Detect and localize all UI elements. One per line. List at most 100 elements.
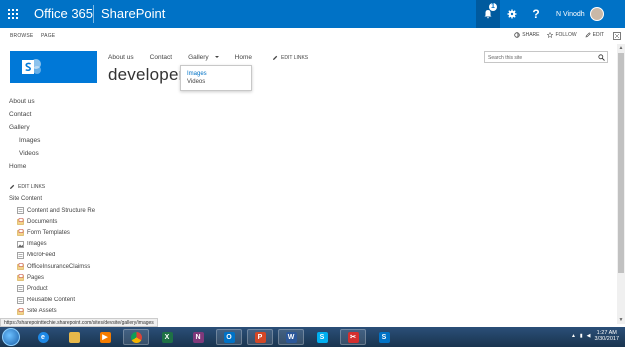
help-icon: ? bbox=[532, 7, 540, 21]
skype-icon: S bbox=[316, 331, 328, 343]
leftnav-about-us[interactable]: About us bbox=[9, 98, 35, 105]
network-icon[interactable]: ▮ bbox=[580, 333, 583, 339]
site-content-item[interactable]: Form Templates bbox=[17, 229, 109, 237]
taskbar-app-button[interactable]: W bbox=[278, 329, 304, 345]
site-content-label: Form Templates bbox=[27, 229, 70, 236]
site-content-label: Reusable Content bbox=[27, 297, 76, 304]
scroll-up-arrow-icon[interactable]: ▲ bbox=[618, 45, 624, 51]
tray-arrow-icon[interactable]: ▲ bbox=[571, 333, 576, 339]
image-library-icon bbox=[17, 240, 24, 248]
share-button[interactable]: SHARE bbox=[514, 32, 539, 38]
taskbar-app-button[interactable] bbox=[61, 329, 87, 345]
taskbar-app-button[interactable] bbox=[123, 329, 149, 345]
taskbar-app-button[interactable]: S bbox=[371, 329, 397, 345]
search-input[interactable]: Search this site bbox=[484, 51, 608, 63]
powerpoint-icon: P bbox=[254, 331, 266, 343]
topnav-home[interactable]: Home bbox=[235, 54, 252, 61]
search-placeholder: Search this site bbox=[488, 55, 523, 61]
status-url: https://sharepointtechie.sharepoint.com/… bbox=[0, 318, 158, 327]
topnav-gallery[interactable]: Gallery bbox=[188, 54, 219, 61]
site-content-item[interactable]: Pages bbox=[17, 274, 109, 281]
topnav-contact[interactable]: Contact bbox=[150, 54, 172, 61]
taskbar-app-button[interactable]: O bbox=[216, 329, 242, 345]
chrome-icon bbox=[130, 331, 142, 343]
app-launcher-icon[interactable] bbox=[0, 0, 26, 28]
gallery-dropdown-menu: Images Videos bbox=[180, 65, 252, 91]
system-tray: ▲ ▮ ◀ 1:27 AM 3/30/2017 bbox=[571, 330, 619, 342]
snipping-tool-icon: ✂ bbox=[347, 331, 359, 343]
excel-icon: X bbox=[161, 331, 173, 343]
volume-icon[interactable]: ◀ bbox=[587, 333, 591, 339]
search-icon[interactable] bbox=[598, 54, 605, 61]
library-icon bbox=[17, 308, 24, 315]
dropdown-item-videos[interactable]: Videos bbox=[187, 78, 245, 86]
site-content-label: Site Assets bbox=[27, 308, 57, 315]
ie-icon: e bbox=[37, 331, 49, 343]
site-content-item[interactable]: Product bbox=[17, 285, 109, 293]
site-content-label: OfficeInsuranceClaimss bbox=[27, 263, 91, 270]
edit-button[interactable]: EDIT bbox=[585, 32, 604, 38]
top-navigation: About us Contact Gallery Home bbox=[108, 54, 268, 61]
sharepoint-app-name[interactable]: SharePoint bbox=[101, 6, 165, 21]
media-player-icon: ▶ bbox=[99, 331, 111, 343]
site-content-item[interactable]: ▷MicroFeed bbox=[17, 251, 109, 259]
chevron-down-icon bbox=[214, 56, 219, 59]
tab-browse[interactable]: BROWSE bbox=[10, 33, 33, 39]
site-content-label: Images bbox=[27, 241, 47, 248]
clock[interactable]: 1:27 AM 3/30/2017 bbox=[595, 330, 619, 342]
pencil-icon bbox=[585, 32, 591, 38]
clock-date: 3/30/2017 bbox=[594, 336, 619, 342]
word-icon: W bbox=[285, 331, 297, 343]
site-content-item[interactable]: ▷Site Assets bbox=[17, 308, 109, 315]
library-icon bbox=[17, 274, 24, 281]
site-content-item[interactable]: Documents bbox=[17, 218, 109, 225]
taskbar-app-button[interactable]: S bbox=[309, 329, 335, 345]
settings-button[interactable] bbox=[500, 0, 524, 28]
leftnav-gallery[interactable]: Gallery bbox=[9, 124, 30, 131]
notifications-button[interactable]: 1 bbox=[476, 0, 500, 28]
suite-divider bbox=[93, 5, 94, 23]
topnav-about-us[interactable]: About us bbox=[108, 54, 134, 61]
taskbar-app-button[interactable]: e bbox=[30, 329, 56, 345]
site-content-list: Content and Structure Re Documents Form Te… bbox=[9, 207, 109, 318]
site-content-item[interactable]: Content and Structure Re bbox=[17, 207, 109, 214]
scroll-down-arrow-icon[interactable]: ▼ bbox=[618, 317, 624, 323]
sharepoint-logo-icon bbox=[22, 59, 41, 74]
site-content-item[interactable]: Reusable Content bbox=[17, 296, 109, 304]
focus-content-icon[interactable] bbox=[613, 32, 621, 40]
leftnav-contact[interactable]: Contact bbox=[9, 111, 31, 118]
site-content-heading[interactable]: Site Content bbox=[9, 196, 42, 202]
site-content-item[interactable]: Images bbox=[17, 240, 109, 248]
site-content-item[interactable]: OfficeInsuranceClaimss bbox=[17, 263, 109, 270]
taskbar-app-button[interactable]: P bbox=[247, 329, 273, 345]
site-content-label: Documents bbox=[27, 218, 58, 225]
list-icon bbox=[17, 296, 24, 304]
follow-button[interactable]: FOLLOW bbox=[547, 32, 577, 38]
scroll-thumb[interactable] bbox=[618, 53, 624, 273]
leftnav-videos[interactable]: Videos bbox=[19, 150, 39, 157]
suite-bar: Office 365 SharePoint 1 ? N Vinodh bbox=[0, 0, 625, 28]
topnav-edit-links[interactable]: EDIT LINKS bbox=[272, 55, 308, 61]
help-button[interactable]: ? bbox=[524, 0, 548, 28]
site-logo[interactable] bbox=[10, 51, 97, 83]
leftnav-edit-links[interactable]: EDIT LINKS bbox=[9, 184, 45, 190]
star-icon bbox=[547, 32, 554, 38]
library-icon bbox=[17, 218, 24, 225]
leftnav-images[interactable]: Images bbox=[19, 137, 40, 144]
user-menu[interactable]: N Vinodh bbox=[548, 0, 625, 28]
explorer-icon bbox=[68, 331, 80, 343]
vertical-scrollbar[interactable]: ▲ ▼ bbox=[617, 44, 625, 324]
dropdown-item-images[interactable]: Images bbox=[187, 70, 245, 78]
office-365-brand[interactable]: Office 365 bbox=[34, 6, 93, 21]
site-title[interactable]: developer bbox=[108, 65, 184, 85]
sharepoint-designer-icon: S bbox=[378, 331, 390, 343]
list-icon bbox=[17, 207, 24, 214]
leftnav-home[interactable]: Home bbox=[9, 163, 26, 170]
list-icon bbox=[17, 251, 24, 259]
taskbar-app-button[interactable]: ✂ bbox=[340, 329, 366, 345]
taskbar-app-button[interactable]: X bbox=[154, 329, 180, 345]
taskbar-app-button[interactable]: ▶ bbox=[92, 329, 118, 345]
start-button[interactable] bbox=[2, 328, 20, 346]
taskbar-app-button[interactable]: N bbox=[185, 329, 211, 345]
tab-page[interactable]: PAGE bbox=[41, 33, 55, 39]
